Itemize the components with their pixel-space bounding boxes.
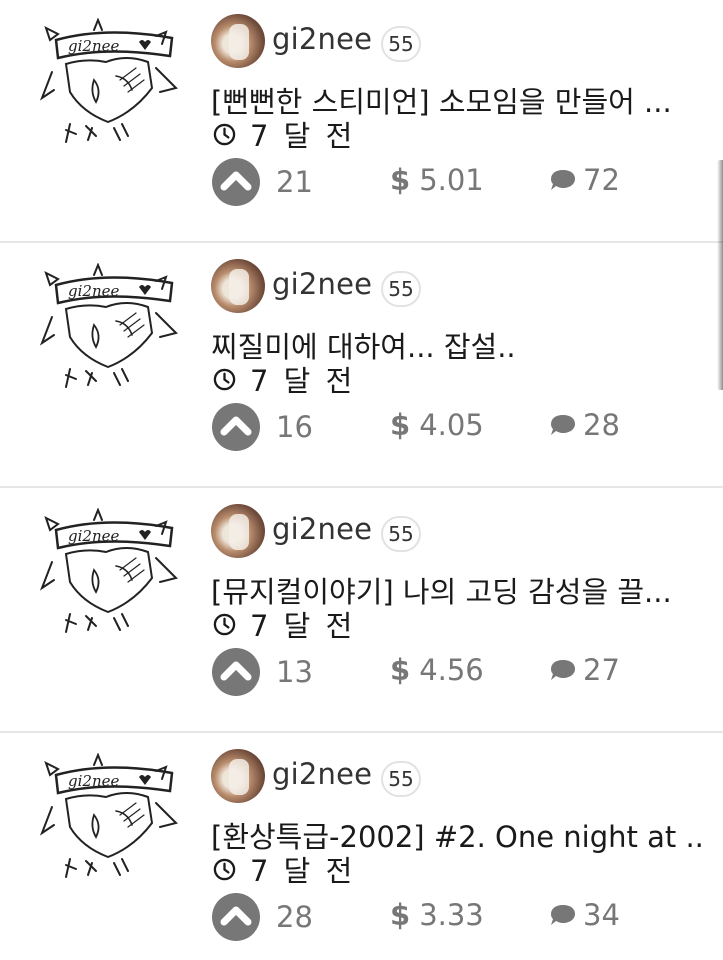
chat-bubble-icon <box>551 415 575 435</box>
clock-icon <box>213 858 236 880</box>
upvote-button[interactable] <box>212 403 260 451</box>
clock-icon <box>213 123 236 145</box>
author-name[interactable]: gi2nee <box>272 757 372 791</box>
chat-bubble-icon <box>551 905 575 925</box>
chevron-up-icon <box>220 661 252 681</box>
time-label: 7 달 전 <box>250 854 356 888</box>
post-time: 7 달 전 <box>213 117 355 153</box>
time-label: 7 달 전 <box>250 609 356 643</box>
post-time: 7 달 전 <box>213 607 355 643</box>
post-thumbnail[interactable]: gi2nee <box>36 753 182 881</box>
comment-count-link[interactable]: 34 <box>549 898 620 932</box>
comment-count: 28 <box>583 408 620 442</box>
payout[interactable]: $ 4.56 <box>390 653 484 687</box>
divider <box>0 486 723 488</box>
payout-value: 3.33 <box>419 898 484 932</box>
thumbnail-signature: gi2nee <box>68 527 119 545</box>
time-label: 7 달 전 <box>250 119 356 153</box>
avatar[interactable] <box>211 749 265 803</box>
payout[interactable]: $ 5.01 <box>390 163 484 197</box>
thumbnail-signature: gi2nee <box>68 772 119 790</box>
comment-count: 34 <box>583 898 620 932</box>
thumbnail-signature: gi2nee <box>68 282 119 300</box>
payout-value: 5.01 <box>419 163 484 197</box>
payout-value: 4.56 <box>419 653 484 687</box>
comment-count-link[interactable]: 27 <box>549 653 620 687</box>
vote-count[interactable]: 28 <box>276 900 313 934</box>
clock-icon <box>213 613 236 635</box>
vote-count[interactable]: 16 <box>276 410 313 444</box>
payout-value: 4.05 <box>419 408 484 442</box>
vote-count[interactable]: 21 <box>276 165 313 199</box>
avatar[interactable] <box>211 504 265 558</box>
post-thumbnail[interactable]: gi2nee <box>36 263 182 391</box>
divider <box>0 241 723 243</box>
time-label: 7 달 전 <box>250 364 356 398</box>
upvote-button[interactable] <box>212 893 260 941</box>
chat-bubble-icon <box>551 660 575 680</box>
reputation-badge: 55 <box>381 516 421 552</box>
post-thumbnail[interactable]: gi2nee <box>36 508 182 636</box>
author-name[interactable]: gi2nee <box>272 512 372 546</box>
author-name[interactable]: gi2nee <box>272 22 372 56</box>
chevron-up-icon <box>220 906 252 926</box>
post-feed: gi2nee gi2nee 55 [뻔뻔한 스티미언] 소모임을 만들어 ...… <box>0 0 723 960</box>
upvote-button[interactable] <box>212 158 260 206</box>
vote-count[interactable]: 13 <box>276 655 313 689</box>
dollar-icon: $ <box>390 408 411 442</box>
clock-icon <box>213 368 236 390</box>
divider <box>0 731 723 733</box>
reputation-badge: 55 <box>381 271 421 307</box>
comment-count-link[interactable]: 72 <box>549 163 620 197</box>
chevron-up-icon <box>220 171 252 191</box>
dollar-icon: $ <box>390 653 411 687</box>
chat-bubble-icon <box>551 170 575 190</box>
comment-count: 72 <box>583 163 620 197</box>
thumbnail-signature: gi2nee <box>68 37 119 55</box>
payout[interactable]: $ 4.05 <box>390 408 484 442</box>
dollar-icon: $ <box>390 898 411 932</box>
avatar[interactable] <box>211 14 265 68</box>
chevron-up-icon <box>220 416 252 436</box>
post-thumbnail[interactable]: gi2nee <box>36 18 182 146</box>
scrollbar[interactable] <box>717 160 723 390</box>
post-time: 7 달 전 <box>213 362 355 398</box>
post-card[interactable]: gi2nee gi2nee 55 찌질미에 대하여... 잡설.. 7 달 전 … <box>0 245 723 488</box>
dollar-icon: $ <box>390 163 411 197</box>
post-time: 7 달 전 <box>213 852 355 888</box>
author-name[interactable]: gi2nee <box>272 267 372 301</box>
reputation-badge: 55 <box>381 26 421 62</box>
comment-count-link[interactable]: 28 <box>549 408 620 442</box>
payout[interactable]: $ 3.33 <box>390 898 484 932</box>
upvote-button[interactable] <box>212 648 260 696</box>
comment-count: 27 <box>583 653 620 687</box>
post-card[interactable]: gi2nee gi2nee 55 [뻔뻔한 스티미언] 소모임을 만들어 ...… <box>0 0 723 243</box>
post-card[interactable]: gi2nee gi2nee 55 [환상특급-2002] #2. One nig… <box>0 735 723 960</box>
reputation-badge: 55 <box>381 761 421 797</box>
avatar[interactable] <box>211 259 265 313</box>
post-card[interactable]: gi2nee gi2nee 55 [뮤지컬이야기] 나의 고딩 감성을 끌...… <box>0 490 723 733</box>
